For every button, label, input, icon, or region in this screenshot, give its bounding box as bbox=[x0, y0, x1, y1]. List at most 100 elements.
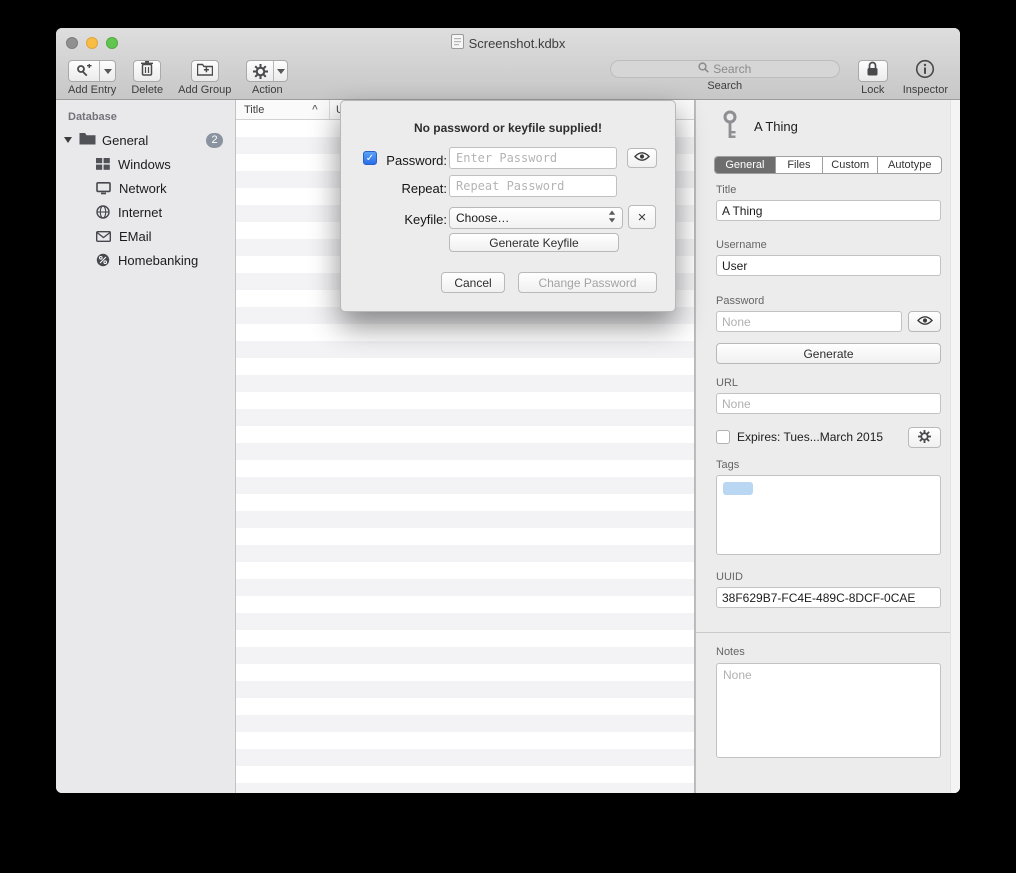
password-input[interactable] bbox=[449, 147, 617, 169]
password-checkbox[interactable]: ✓ bbox=[363, 151, 377, 165]
username-label: Username bbox=[716, 239, 767, 251]
generate-password-button[interactable]: Generate bbox=[716, 343, 941, 364]
toolbar-item-search: Search Search bbox=[610, 60, 840, 92]
add-group-button[interactable] bbox=[191, 60, 219, 82]
chevron-down-icon bbox=[277, 69, 285, 74]
folder-plus-icon bbox=[197, 62, 213, 81]
action-button[interactable] bbox=[246, 60, 288, 82]
sidebar-header: Database bbox=[56, 106, 235, 128]
folder-icon bbox=[79, 132, 96, 148]
toolbar-item-add-entry: Add Entry bbox=[68, 60, 116, 96]
clear-keyfile-button[interactable]: × bbox=[628, 205, 656, 229]
info-icon bbox=[915, 59, 935, 84]
lock-label: Lock bbox=[861, 84, 884, 96]
search-icon bbox=[698, 62, 709, 76]
password-label: Password bbox=[716, 295, 764, 307]
reveal-password-button[interactable] bbox=[908, 311, 941, 332]
sidebar-item-homebanking[interactable]: Homebanking bbox=[56, 248, 235, 272]
reveal-password-button[interactable] bbox=[627, 148, 657, 168]
window-title-text: Screenshot.kdbx bbox=[469, 36, 566, 51]
column-header-title[interactable]: Title bbox=[244, 104, 264, 116]
inspector-button[interactable] bbox=[912, 60, 938, 82]
expires-checkbox[interactable] bbox=[716, 430, 730, 444]
notes-label: Notes bbox=[716, 646, 745, 658]
group-label: Internet bbox=[118, 205, 162, 220]
tags-field[interactable] bbox=[716, 475, 941, 555]
action-dropdown[interactable] bbox=[273, 61, 287, 81]
sidebar-item-email[interactable]: EMail bbox=[56, 224, 235, 248]
uuid-field[interactable] bbox=[716, 587, 941, 608]
dialog-message: No password or keyfile supplied! bbox=[341, 121, 675, 135]
column-divider[interactable] bbox=[329, 100, 330, 119]
windows-icon bbox=[96, 158, 110, 170]
toolbar-right: Search Search Lock bbox=[610, 60, 948, 96]
change-password-button[interactable]: Change Password bbox=[518, 272, 657, 293]
tab-custom[interactable]: Custom bbox=[822, 157, 877, 173]
chevron-down-icon bbox=[104, 69, 112, 74]
title-field[interactable] bbox=[716, 200, 941, 221]
action-label: Action bbox=[252, 84, 283, 96]
divider bbox=[696, 632, 960, 633]
add-entry-button[interactable] bbox=[68, 60, 116, 82]
sidebar-item-internet[interactable]: Internet bbox=[56, 200, 235, 224]
globe-icon bbox=[96, 205, 110, 219]
add-entry-dropdown[interactable] bbox=[99, 61, 115, 81]
tags-label: Tags bbox=[716, 459, 739, 471]
inspector-panel: A Thing General Files Custom Autotype Ti… bbox=[695, 100, 960, 793]
lock-button[interactable] bbox=[858, 60, 888, 82]
toolbar-item-action: Action bbox=[246, 60, 288, 96]
keyfile-popup[interactable]: Choose… bbox=[449, 207, 623, 229]
gear-icon bbox=[918, 430, 931, 446]
sidebar-item-windows[interactable]: Windows bbox=[56, 152, 235, 176]
key-icon bbox=[717, 110, 743, 145]
url-label: URL bbox=[716, 377, 738, 389]
inspector-scrollbar[interactable] bbox=[950, 100, 960, 793]
toolbar-item-inspector: Inspector bbox=[903, 60, 948, 96]
toolbar-item-delete: Delete bbox=[131, 60, 163, 96]
disclosure-triangle-icon[interactable] bbox=[64, 137, 72, 143]
lock-icon bbox=[866, 61, 879, 82]
group-label: EMail bbox=[119, 229, 152, 244]
search-label: Search bbox=[707, 80, 742, 92]
cancel-button[interactable]: Cancel bbox=[441, 272, 505, 293]
generate-keyfile-button[interactable]: Generate Keyfile bbox=[449, 233, 619, 252]
sidebar-item-network[interactable]: Network bbox=[56, 176, 235, 200]
coin-percent-icon bbox=[96, 253, 110, 267]
key-plus-icon bbox=[69, 61, 99, 81]
username-field[interactable] bbox=[716, 255, 941, 276]
envelope-icon bbox=[96, 231, 111, 242]
tab-files[interactable]: Files bbox=[775, 157, 822, 173]
entry-title: A Thing bbox=[754, 119, 798, 134]
add-entry-label: Add Entry bbox=[68, 84, 116, 96]
toolbar-item-lock: Lock bbox=[858, 60, 888, 96]
close-icon: × bbox=[638, 209, 647, 226]
window-title: Screenshot.kdbx bbox=[56, 28, 960, 58]
eye-icon bbox=[634, 151, 650, 165]
tag-chip[interactable] bbox=[723, 482, 753, 495]
eye-icon bbox=[917, 315, 933, 329]
password-field[interactable] bbox=[716, 311, 902, 332]
repeat-password-input[interactable] bbox=[449, 175, 617, 197]
inspector-label: Inspector bbox=[903, 84, 948, 96]
group-label: General bbox=[102, 133, 148, 148]
group-label: Homebanking bbox=[118, 253, 198, 268]
inspector-tabs: General Files Custom Autotype bbox=[714, 156, 942, 174]
expires-settings-button[interactable] bbox=[908, 427, 941, 448]
delete-label: Delete bbox=[131, 84, 163, 96]
uuid-label: UUID bbox=[716, 571, 743, 583]
search-input[interactable]: Search bbox=[610, 60, 840, 78]
notes-field[interactable] bbox=[716, 663, 941, 758]
toolbar: Add Entry Delete Add Group bbox=[56, 58, 960, 100]
delete-button[interactable] bbox=[133, 60, 161, 82]
window-header: Screenshot.kdbx Add Entry bbox=[56, 28, 960, 100]
tab-autotype[interactable]: Autotype bbox=[877, 157, 941, 173]
tab-general[interactable]: General bbox=[715, 157, 775, 173]
search-placeholder: Search bbox=[713, 62, 751, 76]
url-field[interactable] bbox=[716, 393, 941, 414]
keyfile-popup-value: Choose… bbox=[456, 211, 509, 225]
sidebar-item-general[interactable]: General 2 bbox=[56, 128, 235, 152]
change-password-dialog: No password or keyfile supplied! ✓ Passw… bbox=[340, 100, 676, 312]
keyfile-label: Keyfile: bbox=[381, 212, 447, 227]
document-icon bbox=[451, 34, 464, 52]
popup-chevrons-icon bbox=[608, 210, 616, 226]
